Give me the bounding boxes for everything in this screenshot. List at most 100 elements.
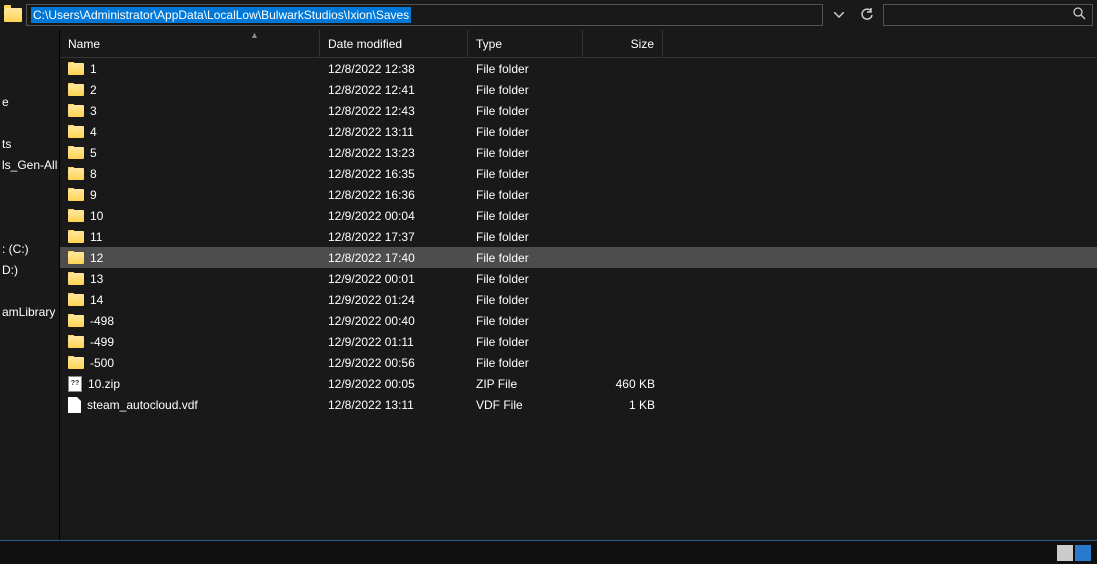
nav-item[interactable]	[0, 70, 59, 91]
file-date-cell: 12/9/2022 00:04	[320, 209, 468, 223]
file-name-label: 8	[90, 167, 97, 181]
file-row[interactable]: ??10.zip12/9/2022 00:05ZIP File460 KB	[60, 373, 1097, 394]
file-date-cell: 12/8/2022 17:40	[320, 251, 468, 265]
main-area: e tsls_Gen-All : (C:)D:) amLibrary Name ▲ D…	[0, 30, 1097, 540]
file-row[interactable]: 212/8/2022 12:41File folder	[60, 79, 1097, 100]
folder-icon	[68, 357, 84, 369]
file-name-cell: 3	[60, 104, 320, 118]
file-name-cell: -498	[60, 314, 320, 328]
file-row[interactable]: 1012/9/2022 00:04File folder	[60, 205, 1097, 226]
file-name-cell: 4	[60, 125, 320, 139]
nav-item[interactable]	[0, 175, 59, 196]
file-row[interactable]: 8 12/8/2022 16:35File folder	[60, 163, 1097, 184]
file-type-cell: File folder	[468, 62, 583, 76]
folder-icon	[68, 126, 84, 138]
file-row[interactable]: 11 12/8/2022 17:37File folder	[60, 226, 1097, 247]
file-name-cell: 11	[60, 230, 320, 244]
file-name-cell: -500	[60, 356, 320, 370]
nav-item[interactable]: D:)	[0, 259, 59, 280]
column-header-type[interactable]: Type	[468, 30, 583, 57]
file-date-cell: 12/8/2022 17:37	[320, 230, 468, 244]
file-icon	[68, 397, 81, 413]
nav-item[interactable]	[0, 196, 59, 217]
file-row[interactable]: 112/8/2022 12:38File folder	[60, 58, 1097, 79]
refresh-button[interactable]	[855, 4, 879, 26]
file-row[interactable]: -49912/9/2022 01:11File folder	[60, 331, 1097, 352]
file-name-label: -498	[90, 314, 114, 328]
file-name-label: 9	[90, 188, 97, 202]
file-type-cell: File folder	[468, 272, 583, 286]
file-name-label: 3	[90, 104, 97, 118]
file-row[interactable]: 512/8/2022 13:23File folder	[60, 142, 1097, 163]
file-size-cell: 1 KB	[583, 398, 663, 412]
search-icon	[1073, 7, 1086, 23]
file-name-label: 5	[90, 146, 97, 160]
nav-item[interactable]	[0, 217, 59, 238]
file-row[interactable]: -49812/9/2022 00:40File folder	[60, 310, 1097, 331]
folder-icon	[68, 336, 84, 348]
folder-icon	[68, 294, 84, 306]
folder-icon	[68, 210, 84, 222]
nav-item[interactable]: amLibrary	[0, 301, 59, 322]
file-row[interactable]: 1212/8/2022 17:40File folder	[60, 247, 1097, 268]
file-date-cell: 12/8/2022 16:35	[320, 167, 468, 181]
file-type-cell: File folder	[468, 356, 583, 370]
file-row[interactable]: -50012/9/2022 00:56File folder	[60, 352, 1097, 373]
file-type-cell: File folder	[468, 251, 583, 265]
file-row[interactable]: 1412/9/2022 01:24File folder	[60, 289, 1097, 310]
file-name-label: -500	[90, 356, 114, 370]
navigation-pane[interactable]: e tsls_Gen-All : (C:)D:) amLibrary	[0, 30, 60, 540]
history-dropdown-button[interactable]	[827, 4, 851, 26]
file-type-cell: ZIP File	[468, 377, 583, 391]
nav-item[interactable]: ts	[0, 133, 59, 154]
file-date-cell: 12/8/2022 16:36	[320, 188, 468, 202]
folder-icon	[68, 63, 84, 75]
file-type-cell: VDF File	[468, 398, 583, 412]
file-name-label: steam_autocloud.vdf	[87, 398, 198, 412]
nav-item[interactable]	[0, 280, 59, 301]
search-input[interactable]	[890, 8, 1073, 22]
column-header-name[interactable]: Name	[60, 30, 320, 57]
address-bar[interactable]: C:\Users\Administrator\AppData\LocalLow\…	[26, 4, 823, 26]
file-name-cell: 12	[60, 251, 320, 265]
column-header-size[interactable]: Size	[583, 30, 663, 57]
column-header-size-label: Size	[631, 37, 654, 51]
folder-icon	[68, 147, 84, 159]
file-name-cell: 2	[60, 83, 320, 97]
file-list[interactable]: 112/8/2022 12:38File folder212/8/2022 12…	[60, 58, 1097, 415]
nav-item[interactable]: : (C:)	[0, 238, 59, 259]
column-header-date[interactable]: Date modified	[320, 30, 468, 57]
search-box[interactable]	[883, 4, 1093, 26]
file-type-cell: File folder	[468, 167, 583, 181]
tray-icon[interactable]	[1057, 545, 1073, 561]
file-date-cell: 12/8/2022 13:11	[320, 125, 468, 139]
address-path[interactable]: C:\Users\Administrator\AppData\LocalLow\…	[31, 7, 411, 23]
file-row[interactable]: 912/8/2022 16:36File folder	[60, 184, 1097, 205]
file-name-cell: ??10.zip	[60, 376, 320, 392]
folder-icon	[68, 252, 84, 264]
nav-item[interactable]	[0, 112, 59, 133]
file-name-label: 2	[90, 83, 97, 97]
nav-item[interactable]: e	[0, 91, 59, 112]
file-date-cell: 12/9/2022 00:01	[320, 272, 468, 286]
column-headers: Name ▲ Date modified Type Size	[60, 30, 1097, 58]
file-row[interactable]: 412/8/2022 13:11File folder	[60, 121, 1097, 142]
file-name-cell: 13	[60, 272, 320, 286]
file-type-cell: File folder	[468, 230, 583, 244]
folder-icon	[68, 315, 84, 327]
taskbar[interactable]	[0, 540, 1097, 564]
file-name-label: 14	[90, 293, 103, 307]
file-row[interactable]: steam_autocloud.vdf12/8/2022 13:11VDF Fi…	[60, 394, 1097, 415]
file-row[interactable]: 1312/9/2022 00:01File folder	[60, 268, 1097, 289]
file-name-cell: 8	[60, 167, 320, 181]
file-name-cell: 14	[60, 293, 320, 307]
file-date-cell: 12/9/2022 01:24	[320, 293, 468, 307]
file-type-cell: File folder	[468, 83, 583, 97]
file-name-label: 11	[90, 230, 102, 244]
tray-icon[interactable]	[1075, 545, 1091, 561]
file-date-cell: 12/8/2022 12:43	[320, 104, 468, 118]
file-row[interactable]: 312/8/2022 12:43File folder	[60, 100, 1097, 121]
file-name-label: 10	[90, 209, 103, 223]
file-date-cell: 12/8/2022 12:38	[320, 62, 468, 76]
nav-item[interactable]: ls_Gen-All	[0, 154, 59, 175]
